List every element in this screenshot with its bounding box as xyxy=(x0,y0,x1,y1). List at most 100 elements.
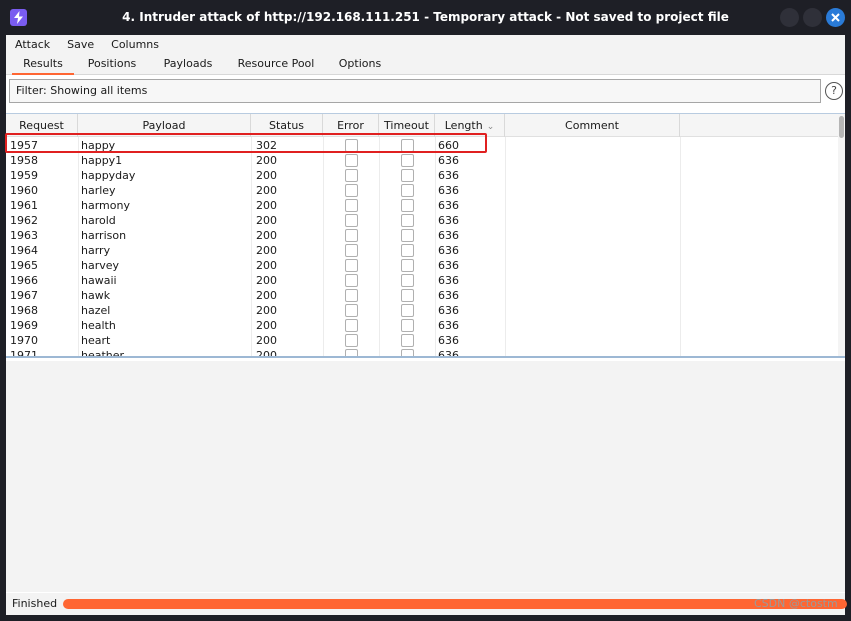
cell-payload: happy1 xyxy=(81,154,123,167)
cell-length: 636 xyxy=(438,319,459,332)
status-text: Finished xyxy=(12,597,58,610)
watermark: CSDN @ctostm xyxy=(754,597,838,610)
table-row[interactable]: 1966 hawaii 200 636 xyxy=(6,273,838,288)
timeout-checkbox xyxy=(401,229,414,242)
table-row[interactable]: 1961 harmony 200 636 xyxy=(6,198,838,213)
error-checkbox xyxy=(345,304,358,317)
error-checkbox xyxy=(345,319,358,332)
close-icon xyxy=(831,13,840,22)
timeout-checkbox xyxy=(401,259,414,272)
cell-length: 636 xyxy=(438,229,459,242)
cell-length: 636 xyxy=(438,184,459,197)
window-title: 4. Intruder attack of http://192.168.111… xyxy=(122,10,729,24)
filter-bar[interactable]: Filter: Showing all items xyxy=(9,79,821,103)
cell-payload: harvey xyxy=(81,259,120,272)
cell-status: 200 xyxy=(256,169,277,182)
tab-positions[interactable]: Positions xyxy=(78,54,146,75)
cell-status: 200 xyxy=(256,349,277,358)
error-checkbox xyxy=(345,154,358,167)
error-checkbox xyxy=(345,199,358,212)
table-row[interactable]: 1958 happy1 200 636 xyxy=(6,153,838,168)
cell-length: 636 xyxy=(438,244,459,257)
cell-length: 636 xyxy=(438,259,459,272)
sort-chevron-down-icon: ⌄ xyxy=(486,122,495,132)
cell-request: 1971 xyxy=(10,349,38,358)
timeout-checkbox xyxy=(401,184,414,197)
request-response-pane xyxy=(6,361,845,592)
cell-status: 200 xyxy=(256,184,277,197)
cell-payload: harold xyxy=(81,214,116,227)
cell-request: 1965 xyxy=(10,259,38,272)
cell-length: 636 xyxy=(438,199,459,212)
status-bar: Finished CSDN @ctostm xyxy=(6,593,847,615)
scrollbar-thumb[interactable] xyxy=(839,116,844,138)
timeout-checkbox xyxy=(401,199,414,212)
menu-save[interactable]: Save xyxy=(58,38,102,51)
table-row[interactable]: 1965 harvey 200 636 xyxy=(6,258,838,273)
table-row[interactable]: 1971 heather 200 636 xyxy=(6,348,838,358)
tab-results[interactable]: Results xyxy=(12,54,74,75)
timeout-checkbox xyxy=(401,274,414,287)
timeout-checkbox xyxy=(401,244,414,257)
table-row[interactable]: 1963 harrison 200 636 xyxy=(6,228,838,243)
error-checkbox xyxy=(345,349,358,356)
error-checkbox xyxy=(345,274,358,287)
timeout-checkbox xyxy=(401,334,414,347)
error-checkbox xyxy=(345,184,358,197)
tab-resource-pool[interactable]: Resource Pool xyxy=(232,54,320,75)
tab-options[interactable]: Options xyxy=(332,54,388,75)
cell-request: 1964 xyxy=(10,244,38,257)
timeout-checkbox xyxy=(401,169,414,182)
cell-status: 200 xyxy=(256,259,277,272)
timeout-checkbox xyxy=(401,214,414,227)
menu-columns[interactable]: Columns xyxy=(102,38,167,51)
vertical-scrollbar[interactable] xyxy=(838,114,845,356)
cell-payload: harmony xyxy=(81,199,130,212)
table-row[interactable]: 1964 harry 200 636 xyxy=(6,243,838,258)
error-checkbox xyxy=(345,289,358,302)
timeout-checkbox xyxy=(401,289,414,302)
timeout-checkbox xyxy=(401,349,414,356)
table-row[interactable]: 1962 harold 200 636 xyxy=(6,213,838,228)
table-row[interactable]: 1970 heart 200 636 xyxy=(6,333,838,348)
cell-request: 1968 xyxy=(10,304,38,317)
table-row[interactable]: 1967 hawk 200 636 xyxy=(6,288,838,303)
cell-request: 1958 xyxy=(10,154,38,167)
col-header-comment[interactable]: Comment xyxy=(505,114,680,137)
cell-payload: heather xyxy=(81,349,125,358)
cell-request: 1962 xyxy=(10,214,38,227)
progress-bar xyxy=(63,599,847,609)
cell-payload: harley xyxy=(81,184,116,197)
cell-length: 636 xyxy=(438,349,459,358)
cell-request: 1959 xyxy=(10,169,38,182)
close-button[interactable] xyxy=(826,8,845,27)
cell-payload: happyday xyxy=(81,169,136,182)
cell-status: 200 xyxy=(256,229,277,242)
cell-status: 200 xyxy=(256,154,277,167)
tab-payloads[interactable]: Payloads xyxy=(156,54,220,75)
cell-length: 636 xyxy=(438,289,459,302)
table-row[interactable]: 1960 harley 200 636 xyxy=(6,183,838,198)
maximize-button[interactable] xyxy=(803,8,822,27)
cell-payload: hawk xyxy=(81,289,111,302)
error-checkbox xyxy=(345,334,358,347)
table-row[interactable]: 1959 happyday 200 636 xyxy=(6,168,838,183)
cell-status: 200 xyxy=(256,199,277,212)
highlight-annotation-box xyxy=(5,133,487,153)
cell-length: 636 xyxy=(438,169,459,182)
col-header-length-label: Length xyxy=(444,119,483,132)
help-icon[interactable]: ? xyxy=(825,82,843,100)
timeout-checkbox xyxy=(401,154,414,167)
menu-attack[interactable]: Attack xyxy=(6,38,58,51)
cell-length: 636 xyxy=(438,274,459,287)
cell-length: 636 xyxy=(438,334,459,347)
minimize-button[interactable] xyxy=(780,8,799,27)
table-row[interactable]: 1968 hazel 200 636 xyxy=(6,303,838,318)
table-row[interactable]: 1969 health 200 636 xyxy=(6,318,838,333)
cell-payload: health xyxy=(81,319,116,332)
cell-status: 200 xyxy=(256,274,277,287)
menu-bar: Attack Save Columns xyxy=(6,35,845,54)
error-checkbox xyxy=(345,169,358,182)
error-checkbox xyxy=(345,244,358,257)
cell-request: 1967 xyxy=(10,289,38,302)
